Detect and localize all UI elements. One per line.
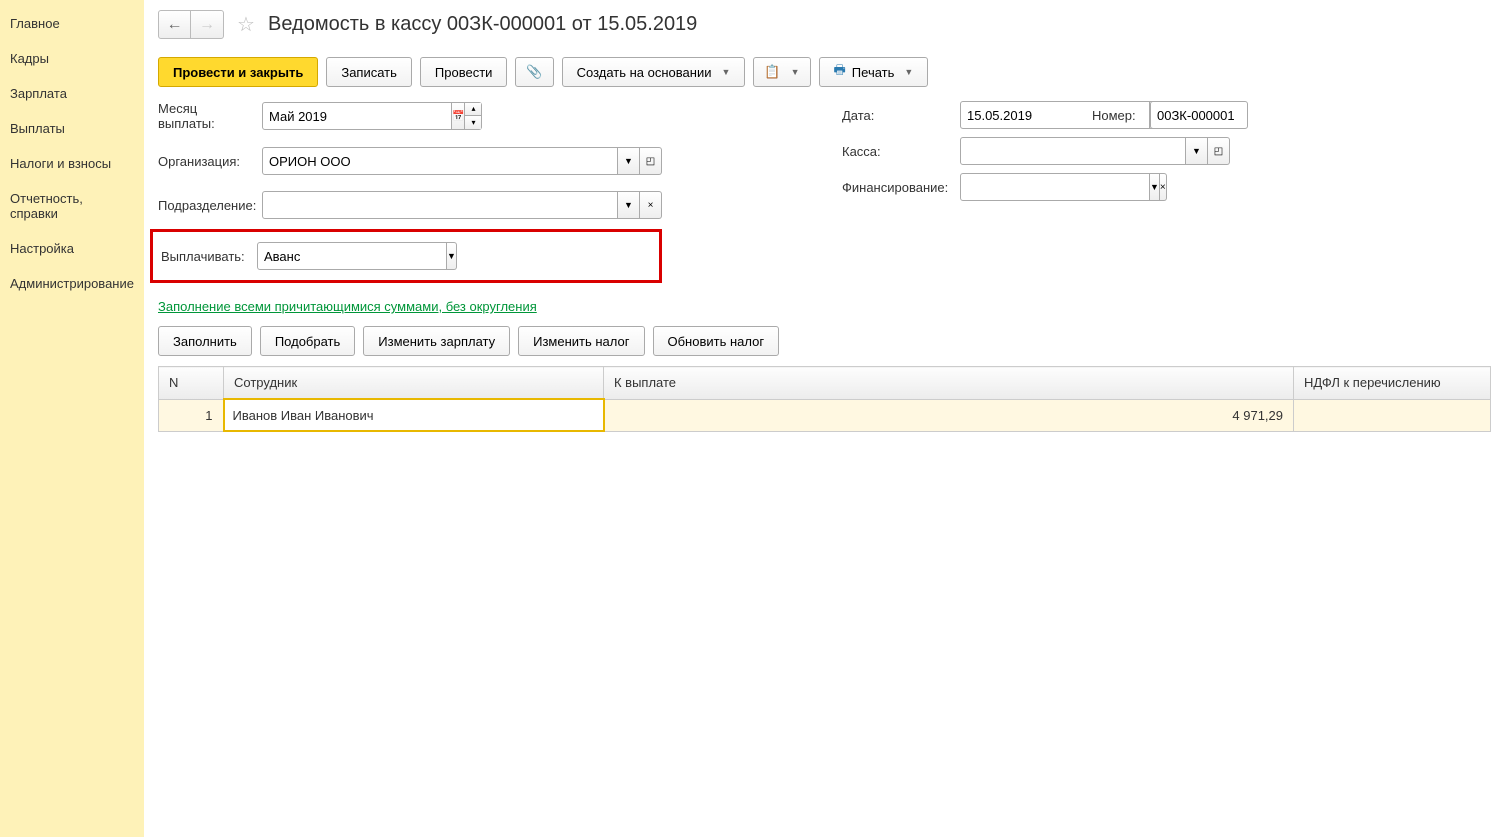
update-tax-button[interactable]: Обновить налог (653, 326, 780, 356)
cell-employee[interactable]: Иванов Иван Иванович (224, 399, 604, 431)
action-row: Заполнить Подобрать Изменить зарплату Из… (158, 326, 1491, 356)
title-bar: ← → ☆ Ведомость в кассу 00ЗК-000001 от 1… (158, 10, 1491, 39)
sidebar-item-admin[interactable]: Администрирование (0, 266, 144, 301)
main-content: ← → ☆ Ведомость в кассу 00ЗК-000001 от 1… (144, 0, 1491, 837)
copy-icon: 📋 (764, 64, 780, 80)
chevron-down-icon: ▼ (791, 67, 800, 77)
copy-button[interactable]: 📋 ▼ (753, 57, 810, 87)
cell-to-pay: 4 971,29 (604, 399, 1294, 431)
dropdown-icon[interactable]: ▼ (618, 191, 640, 219)
sidebar-item-main[interactable]: Главное (0, 6, 144, 41)
sidebar-item-taxes[interactable]: Налоги и взносы (0, 146, 144, 181)
table-header-row: N Сотрудник К выплате НДФЛ к перечислени… (159, 367, 1491, 400)
clear-icon[interactable]: × (1160, 173, 1167, 201)
col-n[interactable]: N (159, 367, 224, 400)
pay-input[interactable] (257, 242, 447, 270)
toolbar: Провести и закрыть Записать Провести 📎 С… (158, 57, 1491, 87)
col-ndfl[interactable]: НДФЛ к перечислению (1294, 367, 1491, 400)
number-input[interactable] (1150, 101, 1248, 129)
change-tax-button[interactable]: Изменить налог (518, 326, 644, 356)
dropdown-icon[interactable]: ▼ (1186, 137, 1208, 165)
print-label: Печать (852, 65, 895, 80)
clear-icon[interactable]: × (640, 191, 662, 219)
calendar-icon[interactable]: 📅 (452, 102, 465, 130)
sidebar-item-hr[interactable]: Кадры (0, 41, 144, 76)
sidebar: Главное Кадры Зарплата Выплаты Налоги и … (0, 0, 144, 837)
dropdown-icon[interactable]: ▼ (447, 242, 457, 270)
table-row[interactable]: 1 Иванов Иван Иванович 4 971,29 (159, 399, 1491, 431)
fin-label: Финансирование: (842, 180, 952, 195)
star-icon[interactable]: ☆ (234, 13, 258, 37)
chevron-down-icon: ▼ (904, 67, 913, 77)
change-salary-button[interactable]: Изменить зарплату (363, 326, 510, 356)
date-label: Дата: (842, 108, 886, 123)
forward-button[interactable]: → (191, 11, 223, 38)
nav-arrows: ← → (158, 10, 224, 39)
month-label: Месяц выплаты: (158, 101, 254, 131)
save-button[interactable]: Записать (326, 57, 412, 87)
highlighted-field: Выплачивать: ▼ (150, 229, 662, 283)
month-spinner: ▴ ▾ (465, 102, 482, 130)
cash-input[interactable] (960, 137, 1186, 165)
attachment-button[interactable]: 📎 (515, 57, 553, 87)
fill-button[interactable]: Заполнить (158, 326, 252, 356)
org-label: Организация: (158, 154, 254, 169)
post-button[interactable]: Провести (420, 57, 508, 87)
sidebar-item-settings[interactable]: Настройка (0, 231, 144, 266)
page-title: Ведомость в кассу 00ЗК-000001 от 15.05.2… (268, 13, 697, 36)
form-grid: Месяц выплаты: 📅 ▴ ▾ Организация: ▼ ◰ (158, 101, 1491, 289)
create-based-label: Создать на основании (577, 65, 712, 80)
select-button[interactable]: Подобрать (260, 326, 355, 356)
cell-n: 1 (159, 399, 224, 431)
print-button[interactable]: 🖶 Печать ▼ (819, 57, 929, 87)
sidebar-item-payments[interactable]: Выплаты (0, 111, 144, 146)
org-input[interactable] (262, 147, 618, 175)
back-button[interactable]: ← (159, 11, 191, 38)
open-icon[interactable]: ◰ (1208, 137, 1230, 165)
post-and-close-button[interactable]: Провести и закрыть (158, 57, 318, 87)
pay-label: Выплачивать: (161, 249, 249, 264)
sidebar-item-reports[interactable]: Отчетность, справки (0, 181, 144, 231)
spinner-up[interactable]: ▴ (465, 103, 481, 116)
chevron-down-icon: ▼ (721, 67, 730, 77)
payroll-table: N Сотрудник К выплате НДФЛ к перечислени… (158, 366, 1491, 432)
dropdown-icon[interactable]: ▼ (1150, 173, 1160, 201)
col-employee[interactable]: Сотрудник (224, 367, 604, 400)
create-based-on-button[interactable]: Создать на основании ▼ (562, 57, 746, 87)
sidebar-item-salary[interactable]: Зарплата (0, 76, 144, 111)
dropdown-icon[interactable]: ▼ (618, 147, 640, 175)
fin-input[interactable] (960, 173, 1150, 201)
paperclip-icon: 📎 (526, 64, 542, 80)
month-input[interactable] (262, 102, 452, 130)
col-to-pay[interactable]: К выплате (604, 367, 1294, 400)
printer-icon: 🖶 (834, 61, 846, 83)
number-label: Номер: (1092, 108, 1142, 123)
dept-input[interactable] (262, 191, 618, 219)
fill-amounts-link[interactable]: Заполнение всеми причитающимися суммами,… (158, 299, 1491, 314)
cell-ndfl (1294, 399, 1491, 431)
dept-label: Подразделение: (158, 198, 254, 213)
cash-label: Касса: (842, 144, 952, 159)
open-icon[interactable]: ◰ (640, 147, 662, 175)
spinner-down[interactable]: ▾ (465, 116, 481, 129)
